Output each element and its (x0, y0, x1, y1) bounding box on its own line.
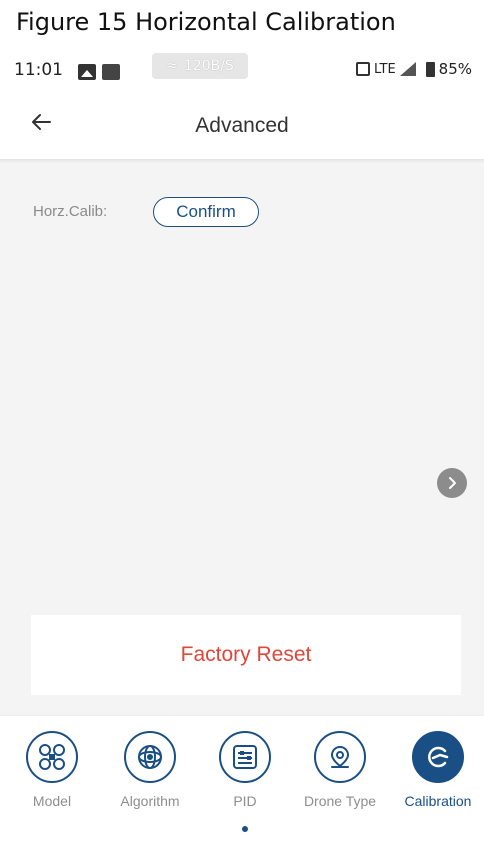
battery-icon (425, 61, 435, 77)
nav-label-calibration: Calibration (404, 793, 472, 809)
factory-reset-button[interactable]: Factory Reset (31, 615, 461, 695)
nav-item-algorithm[interactable]: Algorithm (102, 731, 198, 813)
status-bar: 11:01 ≈ 120B/S LTE 85% (0, 50, 484, 90)
content-area: Horz.Calib: Confirm Factory Reset (0, 163, 484, 715)
page-title: Advanced (195, 114, 289, 137)
nav-item-drone-type[interactable]: Drone Type (292, 731, 388, 813)
calibration-icon (412, 731, 464, 783)
network-speed-indicator: ≈ 120B/S (152, 53, 248, 79)
factory-reset-label: Factory Reset (180, 643, 312, 666)
drone-icon (26, 731, 78, 783)
chevron-right-icon (449, 477, 456, 489)
gallery-icon (78, 64, 96, 80)
vibrate-icon (356, 62, 371, 76)
nav-label-drone-type: Drone Type (303, 793, 377, 809)
nav-item-pid[interactable]: PID (197, 731, 293, 813)
bottom-nav: Model Algorithm PID Drone Type Calibrati… (0, 715, 484, 844)
next-page-button[interactable] (437, 468, 467, 498)
network-type: LTE (374, 61, 396, 77)
algorithm-icon (124, 731, 176, 783)
pid-icon (219, 731, 271, 783)
page-indicator-dot (242, 826, 248, 832)
status-right: LTE 85% (356, 60, 472, 78)
nav-label-algorithm: Algorithm (120, 793, 180, 809)
signal-icon (399, 62, 416, 76)
figure-caption: Figure 15 Horizontal Calibration (16, 8, 396, 36)
nav-label-model: Model (32, 793, 72, 809)
nav-label-pid: PID (233, 793, 257, 809)
status-time: 11:01 (14, 60, 63, 80)
nav-item-calibration[interactable]: Calibration (390, 731, 484, 813)
wifi-icon: ≈ (166, 58, 178, 74)
network-speed: 120B/S (183, 58, 234, 74)
location-pin-icon (314, 731, 366, 783)
notification-icon (102, 64, 120, 80)
top-app-bar: Advanced (0, 96, 484, 158)
battery-level: 85% (438, 60, 472, 78)
horz-calib-label: Horz.Calib: (33, 203, 108, 220)
confirm-button[interactable]: Confirm (153, 197, 259, 227)
nav-item-model[interactable]: Model (4, 731, 100, 813)
